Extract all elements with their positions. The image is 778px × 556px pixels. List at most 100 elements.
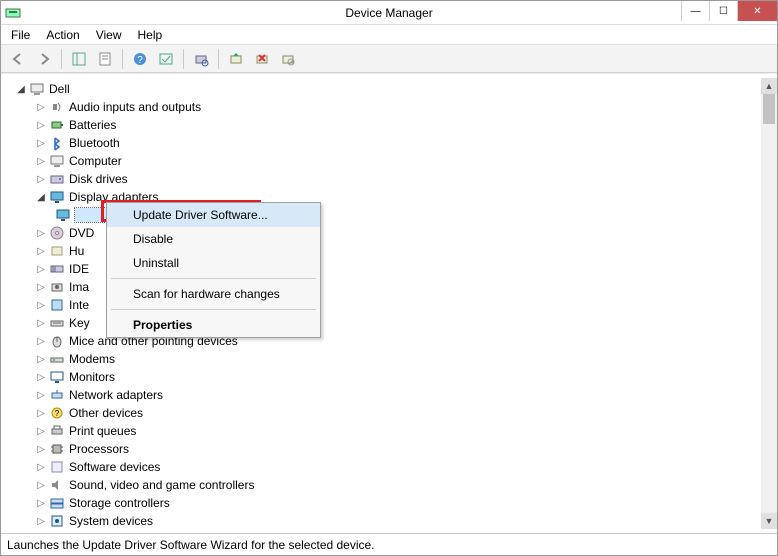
tree-category-label: Processors [69,442,129,456]
keyboard-icon [49,315,65,331]
tree-category[interactable]: Processors [27,440,775,458]
bluetooth-icon [49,135,65,151]
tree-category-label: IDE [69,262,89,276]
show-hide-tree-button[interactable] [68,48,90,70]
context-menu-item[interactable]: Update Driver Software... [107,203,320,227]
tree-category-label: Bluetooth [69,136,120,150]
tree-category-label: Inte [69,298,89,312]
tree-category[interactable]: Sound, video and game controllers [27,476,775,494]
storage-icon [49,495,65,511]
statusbar-text: Launches the Update Driver Software Wiza… [7,538,375,552]
svg-text:?: ? [55,409,60,418]
expander-icon[interactable] [35,461,47,473]
tree-category-label: Batteries [69,118,116,132]
tree-category-label: Disk drives [69,172,128,186]
tree-category[interactable]: Batteries [27,116,775,134]
expander-icon[interactable] [35,443,47,455]
uninstall-toolbar-button[interactable] [251,48,273,70]
network-icon [49,387,65,403]
properties-toolbar-button[interactable] [94,48,116,70]
tree-container: Dell Audio inputs and outputs Batteries Bl… [1,73,777,533]
toolbar-separator [218,49,219,69]
tree-category[interactable]: Storage controllers [27,494,775,512]
tree-category[interactable]: Software devices [27,458,775,476]
expander-icon[interactable] [35,281,47,293]
battery-icon [49,117,65,133]
context-menu-item[interactable]: Disable [107,227,320,251]
context-menu-item[interactable]: Uninstall [107,251,320,275]
tree-category[interactable]: Audio inputs and outputs [27,98,775,116]
expander-icon[interactable] [35,389,47,401]
expander-icon[interactable] [35,425,47,437]
menu-file[interactable]: File [11,28,30,42]
tree-category[interactable]: Universal Serial Bus controllers [27,530,775,531]
scroll-track[interactable] [761,94,777,513]
tree-category-label: Storage controllers [69,496,170,510]
tree-category-label: Print queues [69,424,136,438]
help-button[interactable]: ? [129,48,151,70]
tree-category-label: Key [69,316,90,330]
expander-icon[interactable] [35,173,47,185]
scroll-up-arrow[interactable]: ▲ [761,78,777,94]
tree-category[interactable]: Disk drives [27,170,775,188]
tree-category[interactable]: Print queues [27,422,775,440]
expander-icon[interactable] [35,335,47,347]
expander-icon[interactable] [35,317,47,329]
context-menu-item[interactable]: Properties [107,313,320,337]
expander-icon[interactable] [35,407,47,419]
tree-category-label: Hu [69,244,84,258]
menu-help[interactable]: Help [138,28,163,42]
context-menu-item[interactable]: Scan for hardware changes [107,282,320,306]
expander-icon[interactable] [35,227,47,239]
vertical-scrollbar[interactable]: ▲ ▼ [761,78,777,529]
minimize-button[interactable]: — [681,1,709,21]
tree-category[interactable]: Monitors [27,368,775,386]
tree-category[interactable]: Network adapters [27,386,775,404]
expander-icon[interactable] [35,119,47,131]
update-driver-toolbar-button[interactable] [225,48,247,70]
close-button[interactable]: ✕ [737,1,777,21]
scroll-down-arrow[interactable]: ▼ [761,513,777,529]
back-button[interactable] [7,48,29,70]
expander-icon[interactable] [35,101,47,113]
expander-icon[interactable] [35,371,47,383]
menu-action[interactable]: Action [46,28,79,42]
expander-icon[interactable] [35,299,47,311]
monitor-icon [49,369,65,385]
context-menu: Update Driver Software...DisableUninstal… [106,202,321,338]
scroll-thumb[interactable] [763,94,775,124]
menu-view[interactable]: View [96,28,122,42]
expander-icon[interactable] [35,137,47,149]
tree-category[interactable]: Computer [27,152,775,170]
maximize-button[interactable]: ☐ [709,1,737,21]
tree-category[interactable]: ?Other devices [27,404,775,422]
expander-icon[interactable] [35,191,47,203]
disable-toolbar-button[interactable] [277,48,299,70]
tree-category-label: System devices [69,514,153,528]
computer-icon [49,153,65,169]
app-icon [5,5,21,21]
expander-icon[interactable] [35,155,47,167]
tree-category-label: DVD [69,226,94,240]
tree-category-label: Ima [69,280,89,294]
expander-icon[interactable] [15,83,27,95]
printer-icon [49,423,65,439]
expander-icon[interactable] [35,245,47,257]
toolbar-button[interactable] [155,48,177,70]
tree-category-label: Monitors [69,370,115,384]
menubar: File Action View Help [1,25,777,45]
tree-category[interactable]: System devices [27,512,775,530]
tree-category-label: Sound, video and game controllers [69,478,254,492]
tree-category[interactable]: Bluetooth [27,134,775,152]
tree-root[interactable]: Dell [7,80,775,98]
expander-icon[interactable] [35,263,47,275]
scan-hardware-button[interactable] [190,48,212,70]
forward-button[interactable] [33,48,55,70]
tree-category[interactable]: Modems [27,350,775,368]
expander-icon[interactable] [35,515,47,527]
tree-root-label: Dell [49,82,70,96]
expander-icon[interactable] [35,353,47,365]
expander-icon[interactable] [35,479,47,491]
expander-icon[interactable] [35,497,47,509]
modem-icon [49,351,65,367]
